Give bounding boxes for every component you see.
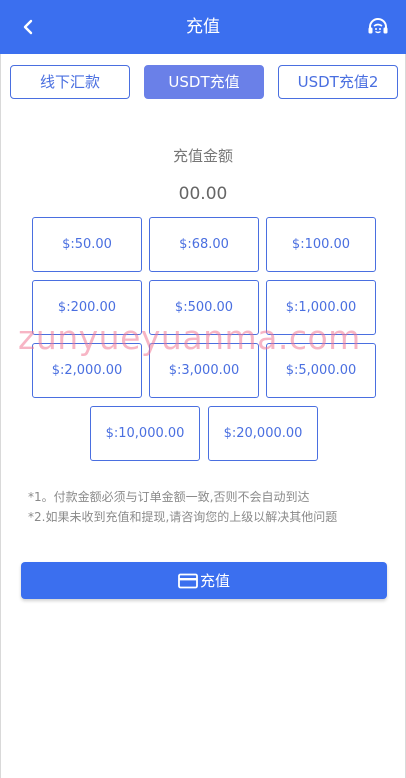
headset-icon: [368, 18, 388, 34]
amount-option-20000[interactable]: $:20,000.00: [208, 406, 318, 461]
amount-option-200[interactable]: $:200.00: [32, 280, 142, 335]
app-header: 充值: [0, 0, 406, 54]
notice-line-1: *1。付款金额必须与订单金额一致,否则不会自动到达: [28, 490, 310, 504]
page-title: 充值: [186, 17, 220, 37]
amount-label: 充值金额: [172, 147, 233, 165]
amount-option-100[interactable]: $:100.00: [266, 217, 376, 272]
tab-offline-remittance[interactable]: 线下汇款: [10, 65, 130, 99]
tab-usdt-recharge-2[interactable]: USDT充值2: [278, 65, 398, 99]
amount-option-500[interactable]: $:500.00: [149, 280, 259, 335]
notice-text: *1。付款金额必须与订单金额一致,否则不会自动到达 *2.如果未收到充值和提现,…: [28, 487, 388, 527]
notice-line-2: *2.如果未收到充值和提现,请咨询您的上级以解决其他问题: [28, 510, 338, 524]
amount-input[interactable]: 00.00: [0, 184, 406, 204]
recharge-submit-label: 充值: [199, 572, 230, 590]
credit-card-icon: [178, 573, 198, 589]
amount-option-68[interactable]: $:68.00: [149, 217, 259, 272]
support-button[interactable]: [364, 13, 392, 41]
amount-option-10000[interactable]: $:10,000.00: [90, 406, 200, 461]
amount-option-1000[interactable]: $:1,000.00: [266, 280, 376, 335]
tab-usdt-recharge[interactable]: USDT充值: [144, 65, 264, 99]
payment-method-tabs: 线下汇款 USDT充值 USDT充值2: [10, 65, 398, 99]
amount-option-2000[interactable]: $:2,000.00: [32, 343, 142, 398]
amount-option-3000[interactable]: $:3,000.00: [149, 343, 259, 398]
recharge-submit-button[interactable]: 充值: [21, 562, 387, 599]
amount-option-50[interactable]: $:50.00: [32, 217, 142, 272]
amount-option-5000[interactable]: $:5,000.00: [266, 343, 376, 398]
